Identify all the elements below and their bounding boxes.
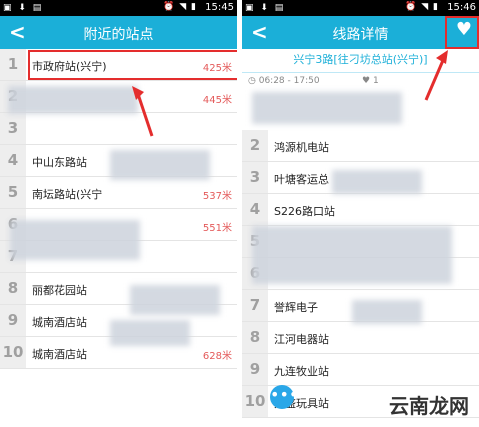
- station-distance: 537米: [202, 191, 232, 202]
- stop-name: 江河电器站: [274, 333, 329, 346]
- service-time-text: 06:28 - 17:50: [258, 76, 320, 86]
- stop-number: 3: [242, 162, 268, 193]
- station-number: 8: [0, 273, 26, 304]
- station-name: 中山东路站: [32, 156, 87, 169]
- stop-row[interactable]: 8 江河电器站: [242, 322, 479, 354]
- route-detail-screen: ▣ ⬇ ▤ ⏰ ◥ ▮ 15:46 < 线路详情 ♥ 兴宁3路[往刁坊总站(兴宁…: [242, 0, 479, 427]
- stop-name: S226路口站: [274, 205, 335, 218]
- station-distance: 628米: [202, 351, 232, 362]
- stop-row[interactable]: 4 S226路口站: [242, 194, 479, 226]
- mosaic-blur: [110, 150, 210, 180]
- station-number: 4: [0, 145, 26, 176]
- station-distance: 445米: [202, 95, 232, 106]
- station-number: 1: [0, 49, 26, 80]
- station-name: 城南酒店站: [32, 316, 87, 329]
- signal-icons: ⏰ ◥ ▮: [405, 2, 439, 12]
- mosaic-blur: [8, 86, 138, 114]
- mosaic-blur: [10, 220, 140, 260]
- station-number: 5: [0, 177, 26, 208]
- count-indicator: ♥ 1: [362, 76, 379, 86]
- nav-bar: < 线路详情: [242, 16, 479, 49]
- status-bar: ▣ ⬇ ▤ ⏰ ◥ ▮ 15:46: [242, 0, 479, 16]
- nav-bar: < 附近的站点: [0, 16, 237, 49]
- nearby-stations-screen: ▣ ⬇ ▤ ⏰ ◥ ▮ 15:45 < 附近的站点 1市政府站(兴宁)425米2…: [0, 0, 237, 427]
- notification-icons: ▣ ⬇ ▤: [245, 3, 286, 13]
- mosaic-blur: [252, 226, 452, 284]
- count-text: 1: [372, 76, 379, 86]
- arrow-annotation: [424, 50, 448, 101]
- stop-number: 8: [242, 322, 268, 353]
- station-number: 9: [0, 305, 26, 336]
- station-name: 南坛路站(兴宁: [32, 188, 103, 201]
- station-row[interactable]: 3: [0, 113, 237, 145]
- arrow-annotation: [132, 86, 154, 137]
- station-name: 丽都花园站: [32, 284, 87, 297]
- status-time: 15:46: [447, 2, 476, 13]
- stop-number: 2: [242, 130, 268, 161]
- station-number: 3: [0, 113, 26, 144]
- mosaic-blur: [130, 285, 220, 315]
- mosaic-blur: [332, 170, 422, 194]
- stop-number: 10: [242, 386, 268, 417]
- station-row[interactable]: 5 南坛路站(兴宁 537米: [0, 177, 237, 209]
- page-title: 线路详情: [332, 27, 389, 43]
- notification-icons: ▣ ⬇ ▤: [3, 3, 44, 13]
- more-icon: •••: [270, 385, 299, 404]
- mosaic-blur: [252, 92, 402, 124]
- stop-name: 九连牧业站: [274, 365, 329, 378]
- stop-name: 鸿源机电站: [274, 141, 329, 154]
- heart-icon[interactable]: ♥: [456, 19, 472, 40]
- stop-number: 4: [242, 194, 268, 225]
- highlight-box: [28, 50, 237, 80]
- stop-number: 7: [242, 290, 268, 321]
- station-name: 城南酒店站: [32, 348, 87, 361]
- watermark: 云南龙网: [389, 394, 469, 418]
- station-number: 10: [0, 337, 26, 368]
- mosaic-blur: [110, 320, 190, 346]
- stop-number: 9: [242, 354, 268, 385]
- stop-row[interactable]: 9 九连牧业站: [242, 354, 479, 386]
- stop-name: 叶塘客运总: [274, 173, 329, 186]
- mosaic-blur: [352, 300, 422, 324]
- page-title: 附近的站点: [83, 27, 154, 43]
- status-time: 15:45: [205, 2, 234, 13]
- station-distance: 551米: [202, 223, 232, 234]
- more-button[interactable]: •••: [270, 385, 298, 409]
- stop-row[interactable]: 2 鸿源机电站: [242, 130, 479, 162]
- signal-icons: ⏰ ◥ ▮: [163, 2, 197, 12]
- stop-name: 誉辉电子: [274, 301, 318, 314]
- service-time: ◷ 06:28 - 17:50: [248, 76, 320, 86]
- row-divider: [0, 368, 237, 369]
- status-bar: ▣ ⬇ ▤ ⏰ ◥ ▮ 15:45: [0, 0, 237, 16]
